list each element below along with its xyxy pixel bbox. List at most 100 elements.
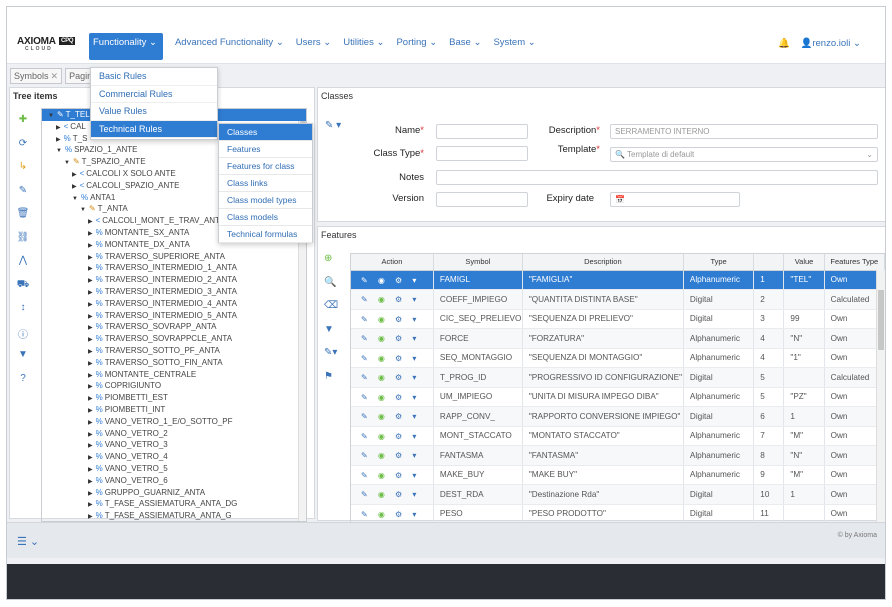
expand-icon[interactable]: ▶ [88,384,93,390]
expand-icon[interactable]: ▶ [88,290,93,296]
expand-icon[interactable]: ▶ [88,420,93,426]
tree-node[interactable]: ▶% TRAVERSO_INTERMEDIO_1_ANTA [42,262,306,274]
expand-icon[interactable]: ▶ [88,443,93,449]
user-menu[interactable]: 🔔 👤renzo.ioli ⌄ [778,38,861,49]
edit-icon[interactable]: ✎ [361,334,368,343]
classtype-input[interactable] [436,146,528,161]
expand-icon[interactable]: ▶ [88,514,93,520]
nav-functionality[interactable]: Functionality ⌄ [89,33,163,60]
expand-icon[interactable]: ▶ [88,349,93,355]
expand-icon[interactable]: ▶ [88,455,93,461]
view-icon[interactable]: ◉ [378,412,385,421]
view-icon[interactable]: ◉ [378,295,385,304]
expand-icon[interactable]: ▶ [72,172,77,178]
add-icon[interactable]: ✚ [16,114,30,138]
caret-icon[interactable]: ▾ [412,451,416,460]
edit-icon[interactable]: ✎ [361,276,368,285]
nav-system[interactable]: System ⌄ [493,33,535,48]
edit-icon[interactable]: ✎ [361,412,368,421]
table-row[interactable]: ✎ ◉ ⚙ ▾ FORCE "FORZATURA" Alphanumeric 4 "N" Own [351,328,885,349]
version-input[interactable] [436,192,528,207]
expand-icon[interactable]: ▶ [56,137,61,143]
settings-icon[interactable]: ⚙ [395,432,402,441]
name-input[interactable] [436,124,528,139]
settings-icon[interactable]: ⚙ [395,510,402,519]
view-icon[interactable]: ◉ [378,354,385,363]
nav-users[interactable]: Users ⌄ [296,33,331,48]
tree-node[interactable]: ▶% VANO_VETRO_5 [42,463,306,475]
column-header[interactable]: Features Type [824,254,885,271]
settings-icon[interactable]: ⚙ [395,354,402,363]
tree-node[interactable]: ▶% PIOMBETTI_EST [42,392,306,404]
table-row[interactable]: ✎ ◉ ⚙ ▾ PESO "PESO PRODOTTO" Digital 11 Own [351,504,885,522]
settings-icon[interactable]: ⚙ [395,276,402,285]
expand-icon[interactable]: ▶ [88,337,93,343]
table-row[interactable]: ✎ ◉ ⚙ ▾ DEST_RDA "Destinazione Rda" Digital 10 1… [351,484,885,505]
expand-icon[interactable]: ▶ [88,467,93,473]
expand-icon[interactable]: ▼ [64,160,70,166]
hierarchy-icon[interactable]: ⛓ [16,232,30,256]
column-header[interactable]: Value [783,254,825,271]
expand-icon[interactable]: ▶ [88,266,93,272]
edit-icon[interactable]: ✎ [361,393,368,402]
expand-icon[interactable]: ▶ [88,255,93,261]
caret-icon[interactable]: ▾ [412,295,416,304]
tree-node[interactable]: ▶% TRAVERSO_INTERMEDIO_2_ANTA [42,274,306,286]
add-icon[interactable]: ⊕ [324,253,344,277]
menu-icon[interactable]: ☰ ⌄ [17,535,39,548]
tree-node[interactable]: ▶% VANO_VETRO_4 [42,451,306,463]
column-header[interactable] [753,254,785,271]
tree-node[interactable]: ▶% TRAVERSO_INTERMEDIO_4_ANTA [42,298,306,310]
nav-advanced-functionality[interactable]: Advanced Functionality ⌄ [175,33,284,48]
table-row[interactable]: ✎ ◉ ⚙ ▾ CIC_SEQ_PRELIEVO "SEQUENZA DI PRELIEV… [351,309,885,329]
row-actions[interactable]: ✎ ◉ ⚙ ▾ [351,367,434,388]
settings-icon[interactable]: ⚙ [395,451,402,460]
caret-icon[interactable]: ▾ [412,490,416,499]
column-header[interactable]: Symbol [433,254,523,271]
menu-item[interactable]: Technical Rules [91,120,217,138]
table-row[interactable]: ✎ ◉ ⚙ ▾ MONT_STACCATO "MONTATO STACCATO" Alpha… [351,426,885,446]
sort-icon[interactable]: ↕ [16,302,30,326]
expand-icon[interactable]: ▶ [72,184,77,190]
expand-icon[interactable]: ▼ [48,113,54,119]
flag-icon[interactable]: ⚑ [324,371,344,395]
settings-icon[interactable]: ⚙ [395,471,402,480]
expand-icon[interactable]: ▶ [88,219,93,225]
settings-icon[interactable]: ⚙ [395,393,402,402]
expand-icon[interactable]: ▼ [80,207,86,213]
edit-icon[interactable]: ✎ [361,510,368,519]
tree-node[interactable]: ▶% TRAVERSO_SOVRAPP_ANTA [42,321,306,333]
tree-node[interactable]: ▶% TRAVERSO_SOTTO_FIN_ANTA [42,357,306,369]
tree-structure-icon[interactable]: ⋀ [16,255,30,279]
template-select[interactable]: 🔍 Template di default ⌄ [610,147,878,162]
table-row[interactable]: ✎ ◉ ⚙ ▾ FAMIGL "FAMIGLIA" Alphanumeric 1 "TEL" Ow… [351,270,885,290]
close-icon[interactable]: ✕ [51,71,59,81]
row-actions[interactable]: ✎ ◉ ⚙ ▾ [351,387,434,407]
expand-icon[interactable]: ▶ [88,278,93,284]
tree-node[interactable]: ▶% GRUPPO_GUARNIZ_ANTA [42,487,306,499]
bell-icon[interactable]: 🔔 [778,38,790,49]
move-icon[interactable]: ↳ [16,161,30,185]
edit-icon[interactable]: ✎ [361,471,368,480]
table-row[interactable]: ✎ ◉ ⚙ ▾ RAPP_CONV_ "RAPPORTO CONVERSIONE IMPI… [351,406,885,427]
caret-icon[interactable]: ▾ [412,354,416,363]
tree-node[interactable]: ▶% TRAVERSO_SUPERIORE_ANTA [42,251,306,263]
view-icon[interactable]: ◉ [378,432,385,441]
expand-icon[interactable]: ▶ [88,302,93,308]
edit-dropdown-icon[interactable]: ✎ ▾ [325,120,341,131]
expand-icon[interactable]: ▶ [88,373,93,379]
expand-icon[interactable]: ▶ [88,396,93,402]
settings-icon[interactable]: ⚙ [395,334,402,343]
edit-icon[interactable]: ✎ [361,295,368,304]
expand-icon[interactable]: ▶ [88,243,93,249]
menu-item[interactable]: Basic Rules [91,68,217,86]
edit-dropdown-icon[interactable]: ✎▾ [324,347,344,371]
expand-icon[interactable]: ▶ [88,231,93,237]
expand-icon[interactable]: ▶ [88,314,93,320]
row-actions[interactable]: ✎ ◉ ⚙ ▾ [351,328,434,349]
truck-icon[interactable]: ⛟ [16,279,30,303]
settings-icon[interactable]: ⚙ [395,490,402,499]
tree-node[interactable]: ▶% TRAVERSO_INTERMEDIO_5_ANTA [42,310,306,322]
expand-icon[interactable]: ▶ [88,432,93,438]
caret-icon[interactable]: ▾ [412,471,416,480]
